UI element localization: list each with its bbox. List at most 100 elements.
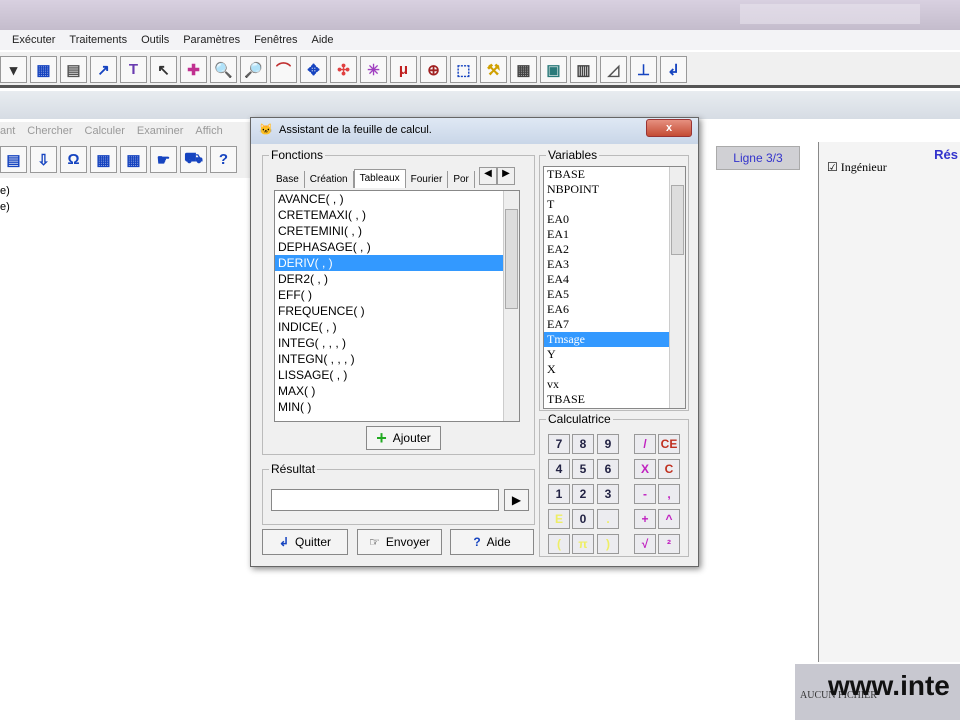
- toolbar-grid-button[interactable]: ▦: [30, 56, 57, 83]
- calc-key[interactable]: 0: [572, 509, 594, 529]
- variable-item[interactable]: EA3: [544, 257, 685, 272]
- toolbar-return-button[interactable]: ↲: [660, 56, 687, 83]
- tab-scroll-left-icon[interactable]: ◀: [479, 167, 497, 185]
- toolbar2-page-button[interactable]: ▤: [0, 146, 27, 173]
- variable-item[interactable]: EA2: [544, 242, 685, 257]
- send-arrow-button[interactable]: ▶: [504, 489, 529, 511]
- toolbar-arrow-button[interactable]: ↗: [90, 56, 117, 83]
- variable-item[interactable]: EA1: [544, 227, 685, 242]
- functions-list[interactable]: AVANCE( , ) CRETEMAXI( , ) CRETEMINI( , ) D…: [274, 190, 520, 422]
- help-button[interactable]: ? Aide: [450, 529, 534, 555]
- toolbar2-car-button[interactable]: ⛟: [180, 146, 207, 173]
- variable-item[interactable]: T: [544, 197, 685, 212]
- calc-key[interactable]: ): [597, 534, 619, 554]
- variable-item[interactable]: Y: [544, 347, 685, 362]
- toolbar-slope-button[interactable]: ◿: [600, 56, 627, 83]
- function-item[interactable]: MIN( ): [275, 399, 519, 415]
- calc-key[interactable]: -: [634, 484, 656, 504]
- child-menu-item[interactable]: Calculer: [85, 125, 125, 142]
- function-item[interactable]: DERIV( , ): [275, 255, 519, 271]
- toolbar-zoom-out-button[interactable]: 🔎: [240, 56, 267, 83]
- tab-création[interactable]: Création: [305, 171, 354, 188]
- function-item[interactable]: EFF( ): [275, 287, 519, 303]
- variable-item[interactable]: EA4: [544, 272, 685, 287]
- variable-item[interactable]: X: [544, 362, 685, 377]
- calc-key[interactable]: .: [597, 509, 619, 529]
- toolbar-chart-button[interactable]: ▤: [60, 56, 87, 83]
- function-item[interactable]: CRETEMAXI( , ): [275, 207, 519, 223]
- tab-fourier[interactable]: Fourier: [406, 171, 449, 188]
- calc-key[interactable]: 3: [597, 484, 619, 504]
- toolbar-window-button[interactable]: ▣: [540, 56, 567, 83]
- child-menu-item[interactable]: Affich: [195, 125, 222, 142]
- toolbar2-help-button[interactable]: ?: [210, 146, 237, 173]
- variable-item[interactable]: EA6: [544, 302, 685, 317]
- function-item[interactable]: LISSAGE( , ): [275, 367, 519, 383]
- child-menu-item[interactable]: Examiner: [137, 125, 183, 142]
- toolbar-move-button[interactable]: ✥: [300, 56, 327, 83]
- engineer-checkbox[interactable]: ☑ Ingénieur: [827, 160, 887, 175]
- calc-key[interactable]: C: [658, 459, 680, 479]
- tab-scroll-right-icon[interactable]: ▶: [497, 167, 515, 185]
- calc-key[interactable]: 7: [548, 434, 570, 454]
- toolbar2-grid-button[interactable]: ▦: [120, 146, 147, 173]
- toolbar-axes-button[interactable]: ⊥: [630, 56, 657, 83]
- variable-item[interactable]: EA5: [544, 287, 685, 302]
- toolbar-curve-button[interactable]: ⌒: [270, 56, 297, 83]
- toolbar-dropdown-button[interactable]: ▾: [0, 56, 27, 83]
- menu-item[interactable]: Traitements: [69, 34, 127, 50]
- calc-key[interactable]: 9: [597, 434, 619, 454]
- calc-key[interactable]: X: [634, 459, 656, 479]
- tab-por[interactable]: Por: [448, 171, 475, 188]
- toolbar2-table-button[interactable]: ▦: [90, 146, 117, 173]
- toolbar2-omega-button[interactable]: Ω: [60, 146, 87, 173]
- toolbar2-hand-button[interactable]: ☛: [150, 146, 177, 173]
- functions-scrollbar[interactable]: [503, 191, 519, 421]
- variable-item[interactable]: TBASE: [544, 392, 685, 407]
- function-item[interactable]: INDICE( , ): [275, 319, 519, 335]
- variable-item[interactable]: Tmsage: [544, 332, 685, 347]
- toolbar-table-button[interactable]: ▦: [510, 56, 537, 83]
- variable-item[interactable]: EA0: [544, 212, 685, 227]
- function-item[interactable]: CRETEMINI( , ): [275, 223, 519, 239]
- menu-item[interactable]: Paramètres: [183, 34, 240, 50]
- toolbar-shrink-button[interactable]: ✣: [330, 56, 357, 83]
- function-item[interactable]: INTEG( , , , ): [275, 335, 519, 351]
- variable-item[interactable]: EA7: [544, 317, 685, 332]
- toolbar-micro-button[interactable]: μ: [390, 56, 417, 83]
- variables-scrollbar[interactable]: [669, 167, 685, 408]
- variable-item[interactable]: vx: [544, 377, 685, 392]
- toolbar-histogram-button[interactable]: ▥: [570, 56, 597, 83]
- calc-key[interactable]: /: [634, 434, 656, 454]
- result-input[interactable]: [271, 489, 499, 511]
- menu-item[interactable]: Fenêtres: [254, 34, 297, 50]
- menu-item[interactable]: Aide: [312, 34, 334, 50]
- variable-item[interactable]: TBASE: [544, 167, 685, 182]
- tab-base[interactable]: Base: [271, 171, 305, 188]
- calc-key[interactable]: 5: [572, 459, 594, 479]
- toolbar-hammer-button[interactable]: ⚒: [480, 56, 507, 83]
- calc-key[interactable]: 4: [548, 459, 570, 479]
- calc-key[interactable]: ²: [658, 534, 680, 554]
- toolbar-text-button[interactable]: T: [120, 56, 147, 83]
- toolbar-cross-button[interactable]: ✚: [180, 56, 207, 83]
- function-item[interactable]: INTEGN( , , , ): [275, 351, 519, 367]
- function-item[interactable]: MAX( ): [275, 383, 519, 399]
- menu-item[interactable]: Exécuter: [12, 34, 55, 50]
- function-item[interactable]: AVANCE( , ): [275, 191, 519, 207]
- toolbar-expand-button[interactable]: ✳: [360, 56, 387, 83]
- add-button[interactable]: + Ajouter: [366, 426, 441, 450]
- variables-list[interactable]: TBASE NBPOINT T EA0 EA1 EA2 EA3 EA4 EA5 EA6 EA7 Tms…: [543, 166, 686, 409]
- calc-key[interactable]: ^: [658, 509, 680, 529]
- child-menu-item[interactable]: Chercher: [27, 125, 72, 142]
- function-item[interactable]: DEPHASAGE( , ): [275, 239, 519, 255]
- function-item[interactable]: DER2( , ): [275, 271, 519, 287]
- calc-key[interactable]: (: [548, 534, 570, 554]
- toolbar2-download-button[interactable]: ⇩: [30, 146, 57, 173]
- toolbar-zoom-in-button[interactable]: 🔍: [210, 56, 237, 83]
- calc-key[interactable]: 2: [572, 484, 594, 504]
- toolbar-pointer-button[interactable]: ↖: [150, 56, 177, 83]
- quit-button[interactable]: ↲ Quitter: [262, 529, 348, 555]
- toolbar-select-button[interactable]: ⬚: [450, 56, 477, 83]
- calc-key[interactable]: 8: [572, 434, 594, 454]
